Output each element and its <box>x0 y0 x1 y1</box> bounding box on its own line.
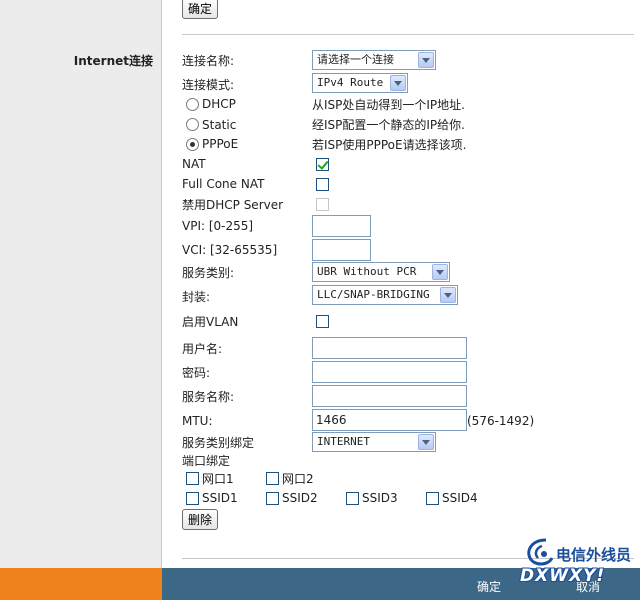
connection-mode-label: 连接模式: <box>182 78 235 92</box>
watermark-name: 电信外线员 <box>556 546 632 564</box>
divider-top <box>182 34 634 35</box>
connection-name-value: 请选择一个连接 <box>317 53 394 66</box>
mtu-label: MTU: <box>182 414 213 428</box>
vci-input[interactable] <box>312 239 371 261</box>
connection-name-select[interactable]: 请选择一个连接 <box>312 50 436 70</box>
section-title: Internet连接 <box>73 54 153 68</box>
service-type-value: UBR Without PCR <box>317 265 417 278</box>
left-panel: Internet连接 <box>0 0 162 568</box>
top-confirm-button[interactable]: 确定 <box>182 0 219 19</box>
mode-label-dhcp: DHCP <box>202 97 236 111</box>
encapsulation-value: LLC/SNAP-BRIDGING <box>317 288 430 301</box>
footer-accent <box>0 568 162 600</box>
mode-desc-static: 经ISP配置一个静态的IP给你. <box>312 118 465 132</box>
port-label-ssid1: SSID1 <box>202 491 238 505</box>
port-label-ssid4: SSID4 <box>442 491 478 505</box>
watermark-logo: 电信外线员 DXWXY! <box>520 534 638 590</box>
port-label-lan1: 网口1 <box>202 472 234 486</box>
service-type-label: 服务类别: <box>182 266 235 280</box>
username-input[interactable] <box>312 337 467 359</box>
port-label-ssid3: SSID3 <box>362 491 398 505</box>
port-checkbox-lan1[interactable] <box>186 472 199 485</box>
username-label: 用户名: <box>182 342 223 356</box>
disable-dhcp-checkbox <box>316 198 329 211</box>
port-checkbox-ssid1[interactable] <box>186 492 199 505</box>
port-label-lan2: 网口2 <box>282 472 314 486</box>
password-label: 密码: <box>182 366 211 380</box>
vci-label: VCI: [32-65535] <box>182 243 278 257</box>
footer-confirm-button[interactable]: 确定 <box>477 578 501 595</box>
service-binding-label: 服务类别绑定 <box>182 436 255 450</box>
vpi-input[interactable] <box>312 215 371 237</box>
port-checkbox-ssid2[interactable] <box>266 492 279 505</box>
mode-radio-pppoe[interactable] <box>186 138 199 151</box>
port-binding-label: 端口绑定 <box>182 454 231 468</box>
connection-mode-value: IPv4 Route <box>317 76 384 89</box>
vpi-label: VPI: [0-255] <box>182 219 254 233</box>
mode-desc-dhcp: 从ISP处自动得到一个IP地址. <box>312 98 465 112</box>
disable-dhcp-label: 禁用DHCP Server <box>182 198 284 212</box>
service-name-input[interactable] <box>312 385 467 407</box>
encapsulation-label: 封装: <box>182 290 211 304</box>
full-cone-nat-checkbox[interactable] <box>316 178 329 191</box>
connection-name-label: 连接名称: <box>182 54 235 68</box>
service-binding-value: INTERNET <box>317 435 370 448</box>
mtu-range: (576-1492) <box>467 414 535 428</box>
watermark-site: DXWXY! <box>520 566 606 586</box>
service-name-label: 服务名称: <box>182 390 235 404</box>
port-checkbox-ssid3[interactable] <box>346 492 359 505</box>
service-type-select[interactable]: UBR Without PCR <box>312 262 450 282</box>
enable-vlan-checkbox[interactable] <box>316 315 329 328</box>
chevron-down-icon[interactable] <box>440 287 456 303</box>
full-cone-nat-label: Full Cone NAT <box>182 177 265 191</box>
telecom-logo-icon <box>527 538 554 566</box>
chevron-down-icon[interactable] <box>390 75 406 91</box>
main-panel: 确定 连接名称: 请选择一个连接 连接模式: IPv4 Route DHCP 从… <box>162 0 640 568</box>
nat-checkbox[interactable] <box>316 158 329 171</box>
nat-label: NAT <box>182 157 206 171</box>
port-checkbox-lan2[interactable] <box>266 472 279 485</box>
port-label-ssid2: SSID2 <box>282 491 318 505</box>
port-checkbox-ssid4[interactable] <box>426 492 439 505</box>
service-binding-select[interactable]: INTERNET <box>312 432 436 452</box>
chevron-down-icon[interactable] <box>418 434 434 450</box>
connection-mode-select[interactable]: IPv4 Route <box>312 73 408 93</box>
mode-radio-dhcp[interactable] <box>186 98 199 111</box>
password-input[interactable] <box>312 361 467 383</box>
mode-desc-pppoe: 若ISP使用PPPoE请选择该项. <box>312 138 467 152</box>
mtu-input[interactable]: 1466 <box>312 409 467 431</box>
mode-radio-static[interactable] <box>186 118 199 131</box>
encapsulation-select[interactable]: LLC/SNAP-BRIDGING <box>312 285 458 305</box>
enable-vlan-label: 启用VLAN <box>182 315 239 329</box>
delete-button[interactable]: 删除 <box>182 509 219 530</box>
mode-label-static: Static <box>202 118 237 132</box>
chevron-down-icon[interactable] <box>418 52 434 68</box>
mode-label-pppoe: PPPoE <box>202 137 239 151</box>
chevron-down-icon[interactable] <box>432 264 448 280</box>
